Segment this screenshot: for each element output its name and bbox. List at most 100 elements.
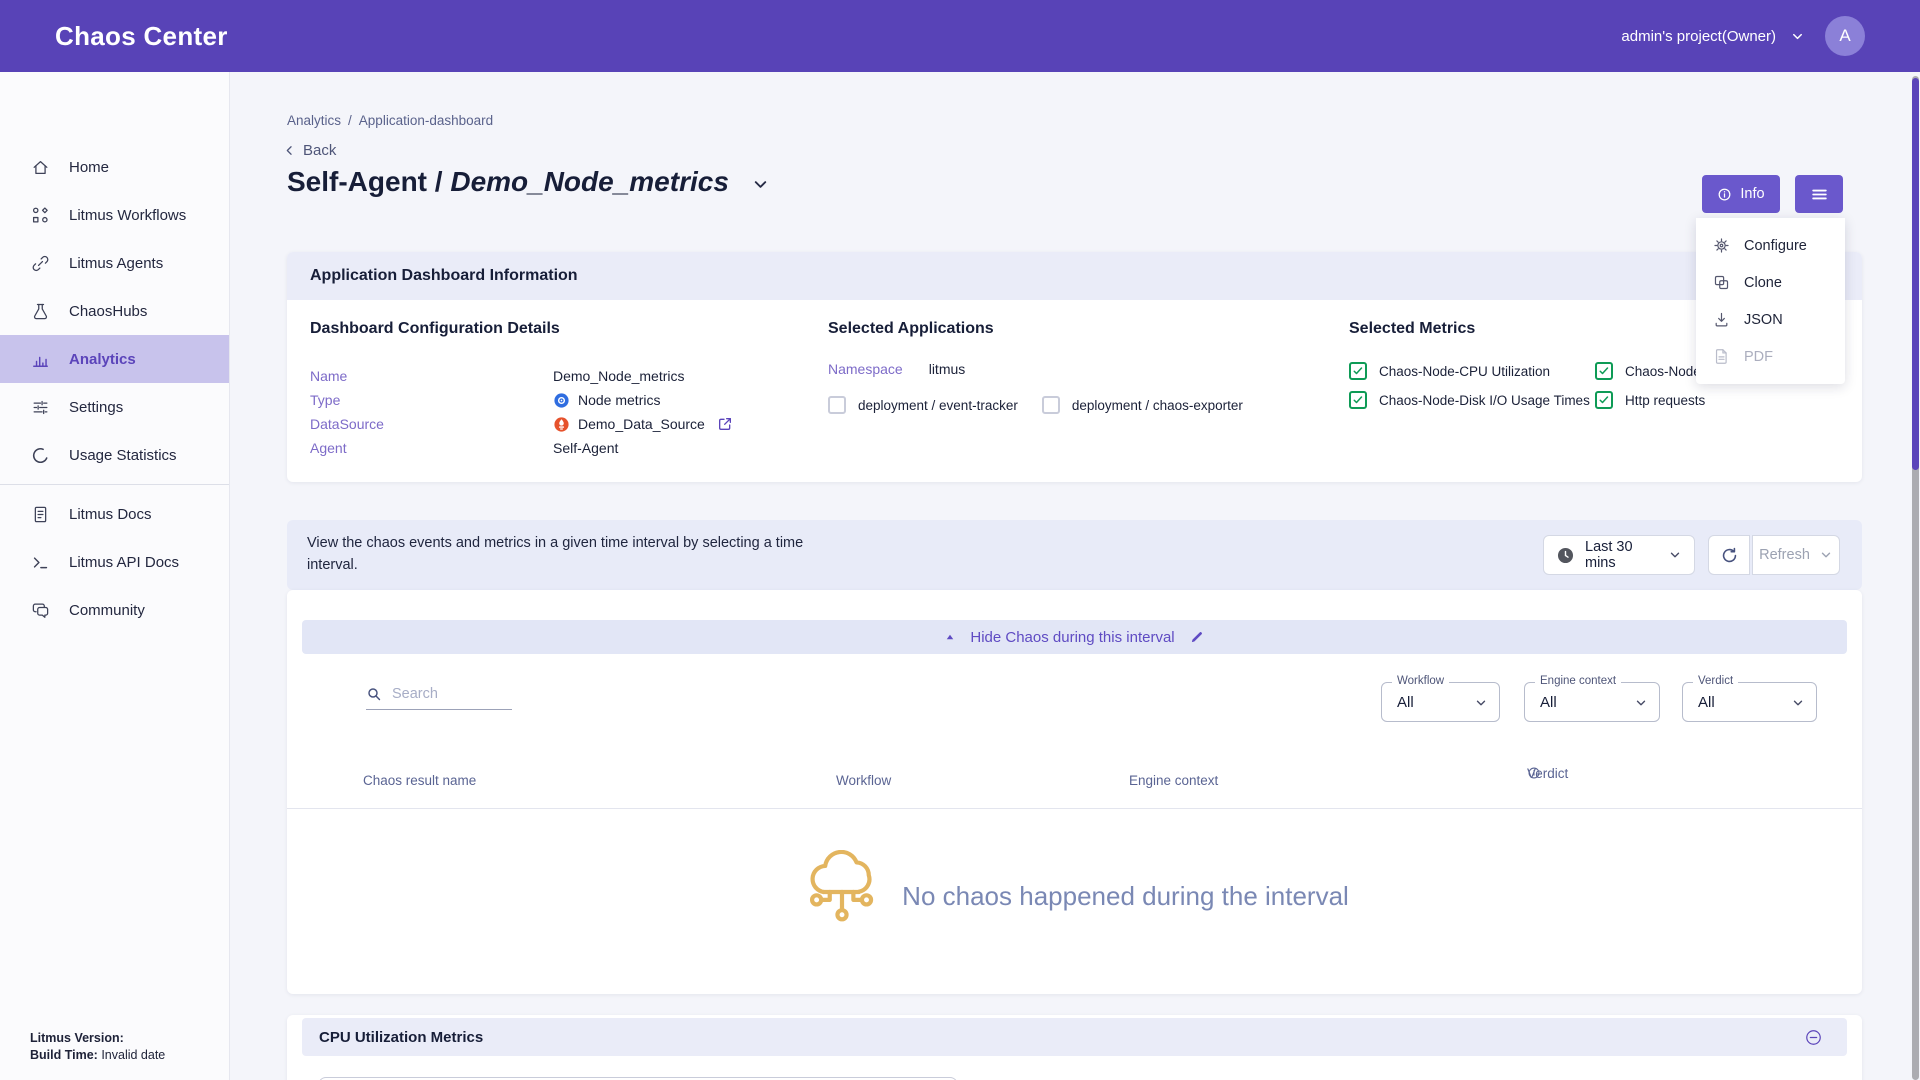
checkbox-checked: [1349, 362, 1367, 380]
checkbox-unchecked: [1042, 396, 1060, 414]
actions-dropdown-menu: Configure Clone JSON PDF: [1696, 218, 1845, 384]
info-circle-icon[interactable]: [1527, 766, 1541, 780]
info-icon: [1717, 187, 1732, 202]
config-row-type: Type Node metrics: [310, 388, 815, 412]
sidebar-divider: [0, 484, 229, 485]
breadcrumb-application-dashboard[interactable]: Application-dashboard: [359, 113, 493, 128]
chevron-down-icon: [1634, 696, 1648, 710]
checkbox-checked: [1595, 391, 1613, 409]
flask-icon: [31, 302, 50, 321]
back-button[interactable]: Back: [282, 142, 336, 159]
search-icon: [366, 686, 382, 702]
dashboard-configuration-details: Dashboard Configuration Details Name Dem…: [310, 320, 815, 460]
selected-applications: Selected Applications Namespace litmus d…: [828, 320, 1308, 414]
workflows-icon: [31, 206, 50, 225]
namespace-value: litmus: [929, 361, 966, 377]
sidebar-item-community[interactable]: Community: [0, 586, 229, 634]
sidebar-item-litmus-api-docs[interactable]: Litmus API Docs: [0, 538, 229, 586]
info-button[interactable]: Info: [1702, 175, 1780, 213]
sidebar-item-litmus-workflows[interactable]: Litmus Workflows: [0, 191, 229, 239]
menu-item-configure[interactable]: Configure: [1696, 227, 1845, 264]
interval-description: View the chaos events and metrics in a g…: [307, 532, 852, 576]
app-title: Chaos Center: [55, 21, 228, 52]
config-row-name: Name Demo_Node_metrics: [310, 364, 815, 388]
chevron-down-icon: [1474, 696, 1488, 710]
collapse-minus-icon[interactable]: [1804, 1028, 1823, 1047]
column-chaos-result-name: Chaos result name: [363, 773, 476, 788]
breadcrumb-separator: /: [348, 113, 352, 128]
config-row-datasource: DataSource Demo_Data_Source: [310, 412, 815, 436]
cpu-utilization-card: CPU Utilization Metrics: [287, 1015, 1862, 1080]
terminal-icon: [31, 553, 50, 572]
home-icon: [31, 158, 50, 177]
chat-bubbles-icon: [31, 601, 50, 620]
dashboard-info-card: Application Dashboard Information Dashbo…: [287, 252, 1862, 482]
clone-icon: [1713, 274, 1730, 291]
checkbox-event-tracker[interactable]: deployment / event-tracker: [828, 396, 1018, 414]
breadcrumb-analytics[interactable]: Analytics: [287, 113, 341, 128]
refresh-now-button[interactable]: [1708, 535, 1750, 575]
sidebar-item-home[interactable]: Home: [0, 143, 229, 191]
actions-menu-button[interactable]: [1795, 175, 1843, 213]
column-workflow: Workflow: [836, 773, 891, 788]
checkbox-chaos-exporter[interactable]: deployment / chaos-exporter: [1042, 396, 1243, 414]
chaos-events-panel: Hide Chaos during this interval Workflow…: [287, 590, 1862, 994]
clock-icon: [1556, 546, 1575, 565]
project-selector[interactable]: admin's project(Owner): [1621, 28, 1805, 45]
chevron-down-icon: [1668, 548, 1682, 562]
bar-chart-icon: [31, 350, 50, 369]
menu-item-json[interactable]: JSON: [1696, 301, 1845, 338]
empty-state: No chaos happened during the interval: [287, 850, 1862, 942]
cpu-utilization-header: CPU Utilization Metrics: [302, 1018, 1847, 1056]
sidebar-item-chaoshubs[interactable]: ChaosHubs: [0, 287, 229, 335]
document-icon: [31, 505, 50, 524]
refresh-interval-select[interactable]: Refresh: [1752, 535, 1840, 575]
external-link-icon[interactable]: [717, 416, 733, 432]
checkbox-disk-io-times[interactable]: Chaos-Node-Disk I/O Usage Times: [1349, 391, 1595, 409]
cloud-circuit-icon: [800, 850, 884, 942]
verdict-filter[interactable]: Verdict All: [1682, 682, 1817, 722]
selected-applications-title: Selected Applications: [828, 320, 1308, 338]
namespace-row: Namespace litmus: [828, 360, 1308, 378]
config-details-title: Dashboard Configuration Details: [310, 320, 815, 338]
checkbox-checked: [1595, 362, 1613, 380]
pencil-icon[interactable]: [1189, 629, 1205, 645]
dashboard-info-header: Application Dashboard Information: [287, 252, 1862, 300]
time-range-select[interactable]: Last 30 mins: [1543, 535, 1695, 575]
title-chevron-down-icon[interactable]: [751, 175, 770, 194]
search-box: [366, 686, 512, 710]
prometheus-icon: [553, 416, 570, 433]
collapse-triangle-icon: [944, 631, 956, 643]
time-interval-bar: View the chaos events and metrics in a g…: [287, 520, 1862, 590]
search-input[interactable]: [392, 686, 502, 702]
workflow-filter[interactable]: Workflow All: [1381, 682, 1500, 722]
file-icon: [1713, 348, 1730, 365]
page-title: Self-Agent / Demo_Node_metrics: [287, 166, 770, 198]
download-icon: [1713, 311, 1730, 328]
hamburger-icon: [1810, 185, 1829, 204]
avatar[interactable]: A: [1825, 16, 1865, 56]
checkbox-http-requests[interactable]: Http requests: [1595, 391, 1849, 409]
hide-chaos-toggle[interactable]: Hide Chaos during this interval: [302, 620, 1847, 654]
version-label: Litmus Version:: [30, 1031, 124, 1045]
arc-icon: [31, 446, 50, 465]
chevron-left-icon: [282, 143, 297, 158]
checkbox-cpu-utilization[interactable]: Chaos-Node-CPU Utilization: [1349, 362, 1595, 380]
topbar: Chaos Center admin's project(Owner) A: [0, 0, 1920, 72]
sidebar-item-litmus-docs[interactable]: Litmus Docs: [0, 490, 229, 538]
sidebar-item-usage-statistics[interactable]: Usage Statistics: [0, 431, 229, 479]
sidebar-item-analytics[interactable]: Analytics: [0, 335, 229, 383]
project-name: admin's project(Owner): [1621, 28, 1776, 45]
scrollbar-thumb[interactable]: [1912, 78, 1919, 470]
chevron-down-icon: [1790, 29, 1805, 44]
node-metrics-icon: [553, 392, 570, 409]
sidebar-item-litmus-agents[interactable]: Litmus Agents: [0, 239, 229, 287]
menu-item-clone[interactable]: Clone: [1696, 264, 1845, 301]
menu-item-pdf[interactable]: PDF: [1696, 338, 1845, 375]
checkbox-unchecked: [828, 396, 846, 414]
sidebar-item-settings[interactable]: Settings: [0, 383, 229, 431]
engine-context-filter[interactable]: Engine context All: [1524, 682, 1660, 722]
refresh-icon: [1720, 546, 1739, 565]
chevron-down-icon: [1791, 696, 1805, 710]
column-engine-context: Engine context: [1129, 773, 1218, 788]
